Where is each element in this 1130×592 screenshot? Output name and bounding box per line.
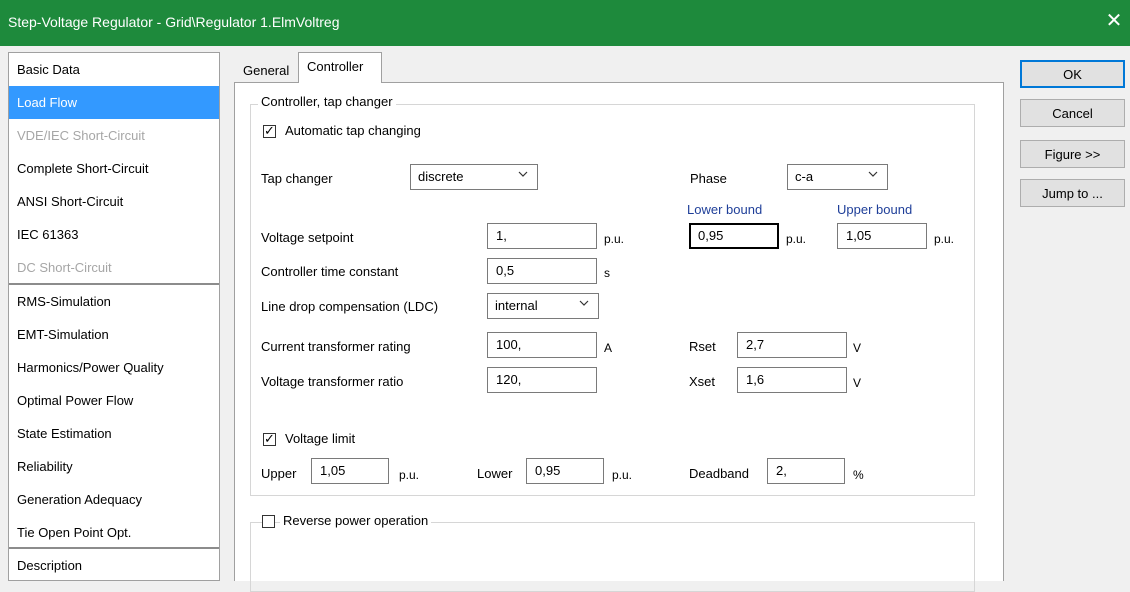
sidebar-item-load-flow[interactable]: Load Flow	[9, 86, 219, 119]
sidebar-item-state-estimation[interactable]: State Estimation	[9, 417, 219, 450]
upper-unit: p.u.	[399, 468, 420, 482]
automatic-tap-changing-checkbox[interactable]: ✓	[263, 123, 276, 138]
vt-ratio-label: Voltage transformer ratio	[261, 374, 404, 389]
ok-button[interactable]: OK	[1020, 60, 1125, 88]
rset-label: Rset	[689, 339, 716, 354]
xset-input[interactable]: 1,6	[737, 367, 847, 393]
cancel-button[interactable]: Cancel	[1020, 99, 1125, 127]
reverse-power-group	[250, 522, 975, 592]
sidebar-item-ansi-short-circuit[interactable]: ANSI Short-Circuit	[9, 185, 219, 218]
tap-changer-value: discrete	[418, 169, 464, 184]
ct-rating-input[interactable]: 100,	[487, 332, 597, 358]
rset-input[interactable]: 2,7	[737, 332, 847, 358]
upper-label: Upper	[261, 466, 297, 481]
vt-ratio-input[interactable]: 120,	[487, 367, 597, 393]
reverse-power-label: Reverse power operation	[280, 513, 432, 528]
sidebar-item-basic-data[interactable]: Basic Data	[9, 53, 219, 86]
sidebar-item-optimal-power-flow[interactable]: Optimal Power Flow	[9, 384, 219, 417]
sidebar-item-dc-short-circuit: DC Short-Circuit	[17, 260, 112, 275]
sidebar-item-iec-61363[interactable]: IEC 61363	[9, 218, 219, 251]
ldc-label: Line drop compensation (LDC)	[261, 299, 439, 314]
time-constant-label: Controller time constant	[261, 264, 399, 279]
tap-changer-select[interactable]: discrete	[410, 164, 538, 190]
xset-label: Xset	[689, 374, 716, 389]
ct-rating-unit: A	[604, 341, 613, 355]
checkmark-icon: ✓	[264, 123, 275, 138]
lower-bound-unit: p.u.	[786, 232, 807, 246]
time-constant-unit: s	[604, 266, 610, 280]
sidebar-item-complete-short-circuit[interactable]: Complete Short-Circuit	[9, 152, 219, 185]
close-icon[interactable]: ✕	[1104, 10, 1124, 32]
lower-input[interactable]: 0,95	[526, 458, 604, 484]
sidebar-item-harmonics-power-quality[interactable]: Harmonics/Power Quality	[9, 351, 219, 384]
checkmark-icon: ✓	[264, 431, 275, 446]
tap-changer-label: Tap changer	[261, 171, 333, 186]
voltage-setpoint-label: Voltage setpoint	[261, 230, 354, 245]
group-title: Controller, tap changer	[258, 94, 396, 109]
xset-unit: V	[853, 376, 862, 390]
lower-label: Lower	[477, 466, 513, 481]
jump-to-button[interactable]: Jump to ...	[1020, 179, 1125, 207]
automatic-tap-changing-label: Automatic tap changing	[285, 123, 421, 138]
chevron-down-icon	[579, 300, 589, 306]
deadband-unit: %	[853, 468, 864, 482]
tab-general[interactable]: General	[237, 57, 301, 82]
voltage-setpoint-unit: p.u.	[604, 232, 625, 246]
voltage-limit-label: Voltage limit	[285, 431, 356, 446]
sidebar-item-emt-simulation[interactable]: EMT-Simulation	[9, 318, 219, 351]
upper-input[interactable]: 1,05	[311, 458, 389, 484]
upper-bound-input[interactable]: 1,05	[837, 223, 927, 249]
lower-bound-input[interactable]: 0,95	[689, 223, 779, 249]
phase-value: c-a	[795, 169, 814, 184]
upper-bound-header: Upper bound	[837, 202, 913, 217]
reverse-power-checkbox[interactable]	[262, 515, 275, 528]
lower-bound-header: Lower bound	[687, 202, 763, 217]
voltage-limit-checkbox[interactable]: ✓	[263, 431, 276, 446]
ldc-select[interactable]: internal	[487, 293, 599, 319]
chevron-down-icon	[518, 171, 528, 177]
lower-unit: p.u.	[612, 468, 633, 482]
sidebar-item-tie-open-point-opt[interactable]: Tie Open Point Opt.	[9, 516, 219, 549]
rset-unit: V	[853, 341, 862, 355]
sidebar: Basic Data Load Flow VDE/IEC Short-Circu…	[8, 52, 220, 581]
window-title: Step-Voltage Regulator - Grid\Regulator …	[8, 14, 340, 30]
sidebar-item-vde-iec-short-circuit: VDE/IEC Short-Circuit	[17, 128, 145, 143]
sidebar-item-rms-simulation[interactable]: RMS-Simulation	[9, 285, 219, 318]
upper-bound-unit: p.u.	[934, 232, 955, 246]
title-bar: Step-Voltage Regulator - Grid\Regulator …	[0, 0, 1130, 46]
chevron-down-icon	[868, 171, 878, 177]
time-constant-input[interactable]: 0,5	[487, 258, 597, 284]
ldc-value: internal	[495, 298, 538, 313]
phase-label: Phase	[690, 171, 727, 186]
sidebar-item-reliability[interactable]: Reliability	[9, 450, 219, 483]
tab-controller[interactable]: Controller	[298, 52, 382, 83]
sidebar-item-generation-adequacy[interactable]: Generation Adequacy	[9, 483, 219, 516]
voltage-setpoint-input[interactable]: 1,	[487, 223, 597, 249]
deadband-label: Deadband	[689, 466, 749, 481]
deadband-input[interactable]: 2,	[767, 458, 845, 484]
sidebar-item-description[interactable]: Description	[9, 549, 219, 582]
figure-button[interactable]: Figure >>	[1020, 140, 1125, 168]
ct-rating-label: Current transformer rating	[261, 339, 411, 354]
phase-select[interactable]: c-a	[787, 164, 888, 190]
